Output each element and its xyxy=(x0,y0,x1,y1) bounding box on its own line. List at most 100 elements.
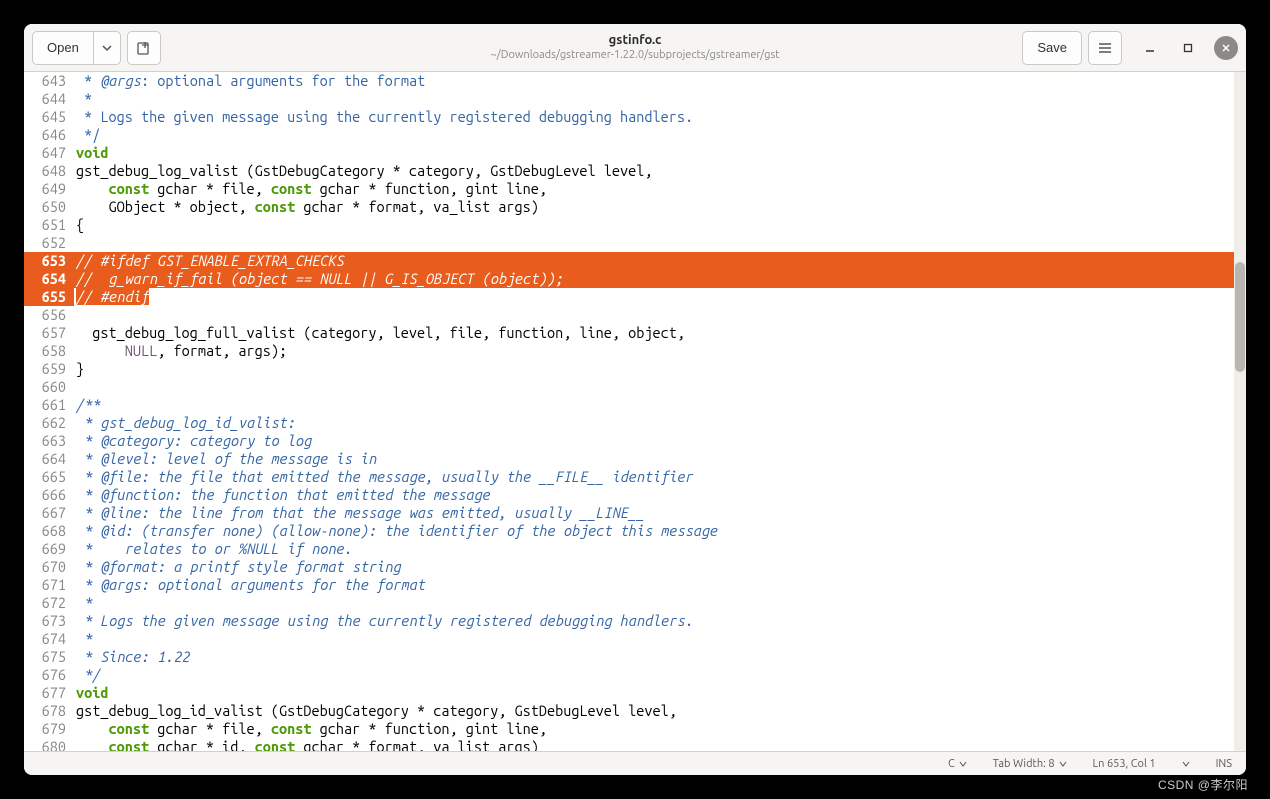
code-line[interactable]: 673 * Logs the given message using the c… xyxy=(24,612,1246,630)
close-button[interactable] xyxy=(1214,36,1238,60)
code-content[interactable]: * @function: the function that emitted t… xyxy=(74,486,1246,504)
save-button[interactable]: Save xyxy=(1022,31,1082,65)
code-line[interactable]: 644 * xyxy=(24,90,1246,108)
hamburger-menu-button[interactable] xyxy=(1088,31,1122,65)
code-line[interactable]: 671 * @args: optional arguments for the … xyxy=(24,576,1246,594)
maximize-button[interactable] xyxy=(1176,36,1200,60)
code-line[interactable]: 663 * @category: category to log xyxy=(24,432,1246,450)
status-cursor-dropdown[interactable] xyxy=(1182,760,1190,768)
code-line[interactable]: 664 * @level: level of the message is in xyxy=(24,450,1246,468)
open-recent-dropdown[interactable] xyxy=(93,31,121,65)
line-number: 660 xyxy=(24,378,74,396)
line-number: 665 xyxy=(24,468,74,486)
code-line[interactable]: 654// g_warn_if_fail (object == NULL || … xyxy=(24,270,1246,288)
code-line[interactable]: 667 * @line: the line from that the mess… xyxy=(24,504,1246,522)
code-content[interactable]: NULL, format, args); xyxy=(74,342,1246,360)
code-content[interactable]: * gst_debug_log_id_valist: xyxy=(74,414,1246,432)
code-content[interactable]: * @file: the file that emitted the messa… xyxy=(74,468,1246,486)
code-line[interactable]: 659} xyxy=(24,360,1246,378)
code-content[interactable]: * xyxy=(74,594,1246,612)
status-ins[interactable]: INS xyxy=(1216,758,1232,770)
code-line[interactable]: 678gst_debug_log_id_valist (GstDebugCate… xyxy=(24,702,1246,720)
code-line[interactable]: 680 const gchar * id, const gchar * form… xyxy=(24,738,1246,751)
code-line[interactable]: 651{ xyxy=(24,216,1246,234)
code-content[interactable] xyxy=(74,306,1246,324)
code-line[interactable]: 649 const gchar * file, const gchar * fu… xyxy=(24,180,1246,198)
code-content[interactable]: void xyxy=(74,144,1246,162)
code-content[interactable]: { xyxy=(74,216,1246,234)
hamburger-icon xyxy=(1098,41,1112,55)
code-line[interactable]: 653// #ifdef GST_ENABLE_EXTRA_CHECKS xyxy=(24,252,1246,270)
code-content[interactable]: * @args: optional arguments for the form… xyxy=(74,576,1246,594)
status-language[interactable]: C xyxy=(948,758,967,770)
open-button[interactable]: Open xyxy=(32,31,93,65)
code-content[interactable]: * @id: (transfer none) (allow-none): the… xyxy=(74,522,1246,540)
code-line[interactable]: 646 */ xyxy=(24,126,1246,144)
code-line[interactable]: 655// #endif xyxy=(24,288,1246,306)
code-content[interactable]: } xyxy=(74,360,1246,378)
code-editor[interactable]: 643 * @args: optional arguments for the … xyxy=(24,72,1246,751)
code-content[interactable]: * relates to or %NULL if none. xyxy=(74,540,1246,558)
code-line[interactable]: 656 xyxy=(24,306,1246,324)
code-line[interactable]: 647void xyxy=(24,144,1246,162)
code-content[interactable]: gst_debug_log_id_valist (GstDebugCategor… xyxy=(74,702,1246,720)
code-line[interactable]: 652 xyxy=(24,234,1246,252)
code-content[interactable]: * Logs the given message using the curre… xyxy=(74,108,1246,126)
code-line[interactable]: 679 const gchar * file, const gchar * fu… xyxy=(24,720,1246,738)
minimize-button[interactable] xyxy=(1138,36,1162,60)
code-content[interactable]: * @level: level of the message is in xyxy=(74,450,1246,468)
code-content[interactable]: */ xyxy=(74,126,1246,144)
code-content[interactable]: * xyxy=(74,90,1246,108)
code-line[interactable]: 672 * xyxy=(24,594,1246,612)
code-content[interactable]: const gchar * id, const gchar * format, … xyxy=(74,738,1246,751)
line-number: 661 xyxy=(24,396,74,414)
code-line[interactable]: 670 * @format: a printf style format str… xyxy=(24,558,1246,576)
code-line[interactable]: 676 */ xyxy=(24,666,1246,684)
status-cursor[interactable]: Ln 653, Col 1 xyxy=(1093,758,1156,770)
code-content[interactable]: */ xyxy=(74,666,1246,684)
code-content[interactable]: GObject * object, const gchar * format, … xyxy=(74,198,1246,216)
code-content[interactable]: void xyxy=(74,684,1246,702)
code-content[interactable]: // g_warn_if_fail (object == NULL || G_I… xyxy=(74,270,1246,288)
code-content[interactable]: * @args: optional arguments for the form… xyxy=(74,72,1246,90)
code-line[interactable]: 662 * gst_debug_log_id_valist: xyxy=(24,414,1246,432)
code-line[interactable]: 661/** xyxy=(24,396,1246,414)
code-content[interactable]: * xyxy=(74,630,1246,648)
code-line[interactable]: 669 * relates to or %NULL if none. xyxy=(24,540,1246,558)
code-content[interactable]: // #ifdef GST_ENABLE_EXTRA_CHECKS xyxy=(74,252,1246,270)
code-line[interactable]: 666 * @function: the function that emitt… xyxy=(24,486,1246,504)
code-content[interactable] xyxy=(74,378,1246,396)
line-number: 663 xyxy=(24,432,74,450)
new-tab-button[interactable] xyxy=(127,31,161,65)
code-line[interactable]: 674 * xyxy=(24,630,1246,648)
code-content[interactable] xyxy=(74,234,1246,252)
code-content[interactable]: * Logs the given message using the curre… xyxy=(74,612,1246,630)
code-content[interactable]: gst_debug_log_valist (GstDebugCategory *… xyxy=(74,162,1246,180)
code-line[interactable]: 650 GObject * object, const gchar * form… xyxy=(24,198,1246,216)
code-content[interactable]: const gchar * file, const gchar * functi… xyxy=(74,180,1246,198)
code-line[interactable]: 660 xyxy=(24,378,1246,396)
code-line[interactable]: 657 gst_debug_log_full_valist (category,… xyxy=(24,324,1246,342)
code-content[interactable]: * @line: the line from that the message … xyxy=(74,504,1246,522)
code-line[interactable]: 665 * @file: the file that emitted the m… xyxy=(24,468,1246,486)
code-line[interactable]: 675 * Since: 1.22 xyxy=(24,648,1246,666)
scrollbar-track[interactable] xyxy=(1234,72,1246,751)
code-content[interactable]: * @category: category to log xyxy=(74,432,1246,450)
code-line[interactable]: 668 * @id: (transfer none) (allow-none):… xyxy=(24,522,1246,540)
code-content[interactable]: * @format: a printf style format string xyxy=(74,558,1246,576)
scrollbar-thumb[interactable] xyxy=(1235,262,1245,372)
code-content[interactable]: const gchar * file, const gchar * functi… xyxy=(74,720,1246,738)
code-content[interactable]: gst_debug_log_full_valist (category, lev… xyxy=(74,324,1246,342)
code-line[interactable]: 645 * Logs the given message using the c… xyxy=(24,108,1246,126)
code-content[interactable]: // #endif xyxy=(74,288,1246,306)
code-content[interactable]: /** xyxy=(74,396,1246,414)
line-number: 673 xyxy=(24,612,74,630)
code-line[interactable]: 677void xyxy=(24,684,1246,702)
code-content[interactable]: * Since: 1.22 xyxy=(74,648,1246,666)
line-number: 674 xyxy=(24,630,74,648)
code-line[interactable]: 643 * @args: optional arguments for the … xyxy=(24,72,1246,90)
code-line[interactable]: 658 NULL, format, args); xyxy=(24,342,1246,360)
status-tabwidth[interactable]: Tab Width: 8 xyxy=(993,758,1067,770)
code-line[interactable]: 648gst_debug_log_valist (GstDebugCategor… xyxy=(24,162,1246,180)
line-number: 671 xyxy=(24,576,74,594)
